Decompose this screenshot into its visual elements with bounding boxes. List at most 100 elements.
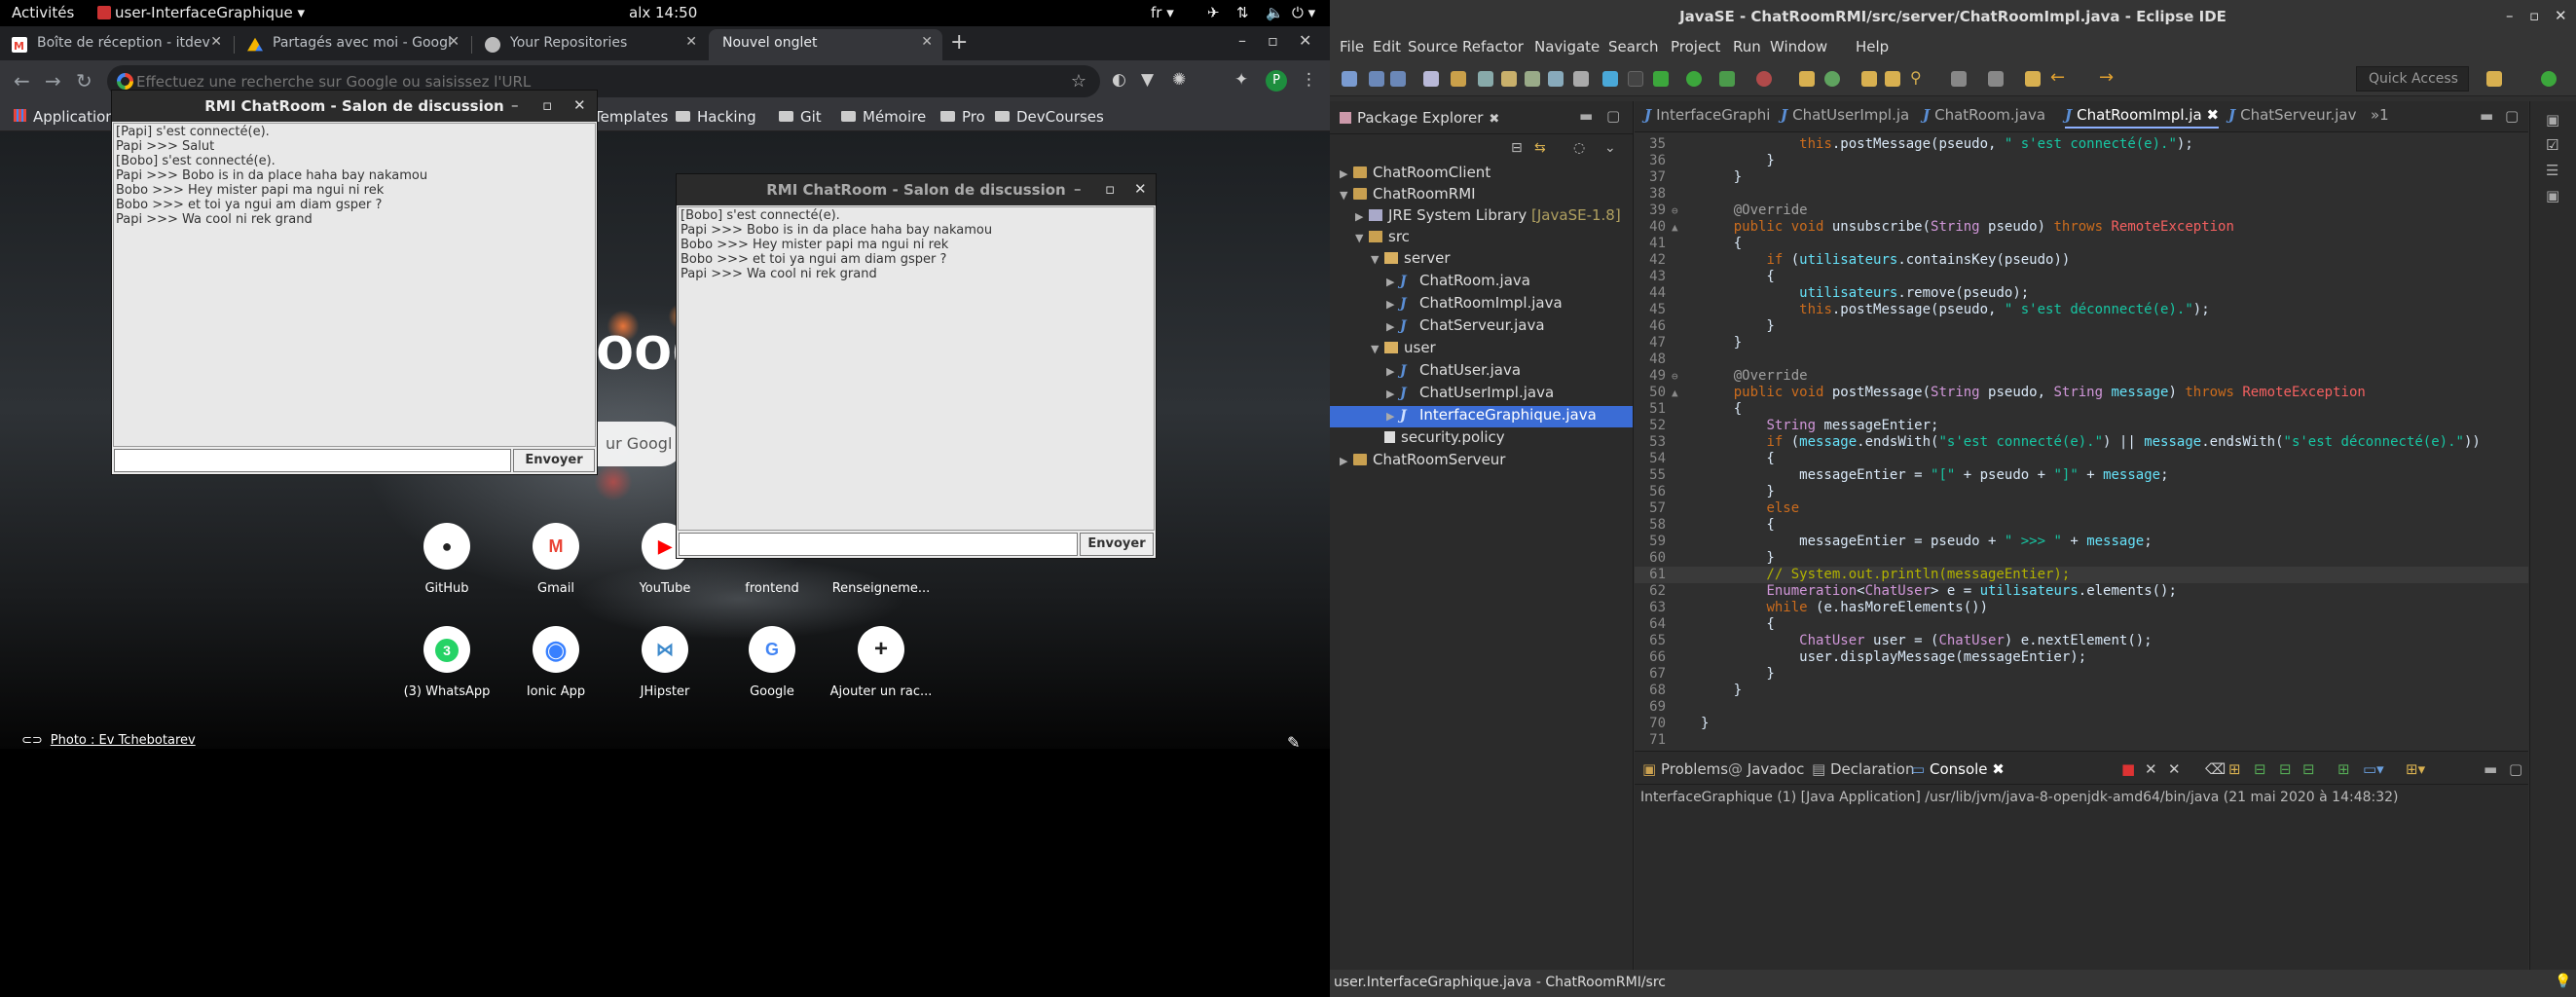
reload-icon[interactable]: ↻ (76, 69, 92, 92)
code-line[interactable]: 44 utilisateurs.remove(pseudo); (1635, 285, 2528, 302)
menu-run[interactable]: Run (1733, 38, 1761, 55)
shortcut-github[interactable]: ● GitHub (393, 523, 500, 596)
tree-node-project[interactable]: ▶ ChatRoomClient (1340, 164, 1490, 185)
tree-node-package[interactable]: ▼ user (1371, 339, 1436, 360)
code-line[interactable]: 50 ▲ public void postMessage(String pseud… (1635, 385, 2528, 401)
close-icon[interactable]: ✕ (573, 96, 586, 114)
tab-drive[interactable]: Partagés avec moi - Googl ✕ (236, 29, 469, 60)
annotation-icon[interactable] (1501, 71, 1517, 87)
minimize-icon[interactable]: – (1074, 180, 1082, 198)
close-icon[interactable]: ✕ (2555, 7, 2567, 24)
shortcut-whatsapp[interactable]: 3 (3) WhatsApp (393, 626, 500, 699)
close-icon[interactable]: ✖ (1489, 112, 1499, 127)
menu-refactor[interactable]: Refactor (1462, 38, 1524, 55)
close-icon[interactable]: ✕ (685, 34, 697, 50)
tree-node-file[interactable]: ▶ J ChatUser.java (1386, 361, 1521, 383)
display-console-icon[interactable]: ▭▾ (2363, 760, 2384, 778)
shortcut-google[interactable]: G Google (718, 626, 826, 699)
expand-arrow-icon[interactable]: ▶ (1386, 365, 1398, 378)
tree-node-file[interactable]: ▶ J ChatRoomImpl.java (1386, 294, 1563, 315)
profile-avatar[interactable]: P (1266, 70, 1287, 92)
block-selection-icon[interactable] (1525, 71, 1540, 87)
open-task-icon[interactable] (1885, 71, 1900, 87)
menu-source[interactable]: Source (1408, 38, 1458, 55)
debug-icon[interactable] (1602, 71, 1618, 87)
menu-edit[interactable]: Edit (1373, 38, 1401, 55)
maximize-icon[interactable]: ▫ (2529, 7, 2539, 24)
next-annotation-icon[interactable] (1951, 71, 1967, 87)
code-line-current[interactable]: 61 // System.out.println(messageEntier); (1635, 567, 2528, 583)
code-line[interactable]: 36 } (1635, 153, 2528, 169)
pin-console-icon[interactable]: ⊞ (2337, 760, 2350, 778)
maximize-icon[interactable]: ▫ (1268, 31, 1278, 50)
code-line[interactable]: 46 } (1635, 318, 2528, 335)
override-marker-icon[interactable]: ▲ (1672, 387, 1701, 399)
message-input[interactable] (679, 533, 1078, 556)
expand-arrow-icon[interactable]: ▶ (1386, 388, 1398, 400)
code-line[interactable]: 53 if (message.endsWith("s'est connecté(… (1635, 434, 2528, 451)
tab-javadoc[interactable]: @ Javadoc (1728, 760, 1804, 778)
minimize-icon[interactable]: – (1238, 31, 1246, 50)
message-input[interactable] (114, 449, 511, 472)
minimize-icon[interactable]: ▬ (2480, 107, 2493, 125)
close-icon[interactable]: ✕ (210, 34, 222, 50)
task-list-icon[interactable]: ☑ (2546, 136, 2558, 154)
tip-lightbulb-icon[interactable]: 💡 (2555, 974, 2571, 989)
bookmark-memoire[interactable]: Mémoire (841, 108, 926, 126)
volume-icon[interactable]: 🔈 (1266, 4, 1284, 21)
tab-github[interactable]: Your Repositories ✕ (473, 29, 707, 60)
close-icon[interactable]: ✕ (1299, 31, 1311, 50)
override-marker-icon[interactable]: ▲ (1672, 221, 1701, 234)
app-menu[interactable]: user-InterfaceGraphique ▾ (97, 4, 305, 21)
tree-node-project[interactable]: ▼ ChatRoomRMI (1340, 185, 1476, 206)
collapse-all-icon[interactable]: ⊟ (1511, 140, 1523, 156)
open-folder-icon[interactable] (1861, 71, 1877, 87)
close-icon[interactable]: ✖ (2207, 106, 2220, 124)
code-line[interactable]: 49 ⊖ @Override (1635, 368, 2528, 385)
save-all-icon[interactable] (1390, 71, 1406, 87)
collapse-arrow-icon[interactable]: ▼ (1371, 343, 1382, 355)
code-line[interactable]: 57 else (1635, 500, 2528, 517)
close-icon[interactable]: ✕ (448, 34, 460, 50)
coverage-icon[interactable] (1719, 71, 1735, 87)
word-wrap-icon[interactable]: ⊟ (2254, 760, 2266, 778)
power-icon[interactable]: ⏻ ▾ (1292, 4, 1315, 21)
tree-node-file[interactable]: ▶ J ChatServeur.java (1386, 316, 1545, 338)
bug-icon[interactable] (1653, 71, 1669, 87)
show-on-error-icon[interactable]: ⊟ (2302, 760, 2315, 778)
code-line[interactable]: 43 { (1635, 269, 2528, 285)
restore-icon[interactable]: ▣ (2546, 187, 2559, 204)
tree-node-file[interactable]: ▶ J ChatRoom.java (1386, 272, 1530, 293)
code-line[interactable]: 42 if (utilisateurs.containsKey(pseudo)) (1635, 252, 2528, 269)
code-line[interactable]: 35 this.postMessage(pseudo, " s'est conn… (1635, 136, 2528, 153)
code-line[interactable]: 67 } (1635, 666, 2528, 683)
whitespace-icon[interactable] (1573, 71, 1589, 87)
shortcut-gmail[interactable]: M Gmail (502, 523, 609, 596)
menu-project[interactable]: Project (1671, 38, 1720, 55)
code-line[interactable]: 37 } (1635, 169, 2528, 186)
code-line[interactable]: 45 this.postMessage(pseudo, " s'est déco… (1635, 302, 2528, 318)
expand-arrow-icon[interactable]: ▶ (1386, 298, 1398, 311)
extension-vue-icon[interactable]: ▼ (1141, 70, 1154, 90)
fold-collapse-icon[interactable]: ⊖ (1672, 370, 1701, 383)
quick-access-field[interactable]: Quick Access (2356, 66, 2469, 92)
menu-help[interactable]: Help (1856, 38, 1889, 55)
last-edit-icon[interactable] (2025, 71, 2041, 87)
collapse-arrow-icon[interactable]: ▼ (1340, 189, 1351, 202)
code-line[interactable]: 56 } (1635, 484, 2528, 500)
word-wrap-icon[interactable] (1548, 71, 1564, 87)
expand-arrow-icon[interactable]: ▶ (1340, 167, 1351, 180)
network-icon[interactable]: ⇅ (1236, 4, 1249, 21)
code-line[interactable]: 64 { (1635, 616, 2528, 633)
back-arrow-icon[interactable]: ← (2050, 67, 2066, 88)
clear-console-icon[interactable]: ⌫ (2205, 760, 2226, 778)
tree-node-file-selected[interactable]: ▶ J InterfaceGraphique.java (1330, 406, 1633, 427)
tab-declaration[interactable]: ▤ Declaration (1812, 760, 1914, 778)
bookmark-applications[interactable]: Applications (14, 108, 123, 126)
package-explorer-tab[interactable]: Package Explorer ✖ ▬ ▢ (1330, 101, 1634, 134)
expand-arrow-icon[interactable]: ▶ (1386, 320, 1398, 333)
forward-arrow-icon[interactable]: → (45, 69, 61, 92)
prev-annotation-icon[interactable] (1988, 71, 2004, 87)
code-line[interactable]: 63 while (e.hasMoreElements()) (1635, 600, 2528, 616)
maximize-icon[interactable]: ▢ (1606, 107, 1620, 125)
